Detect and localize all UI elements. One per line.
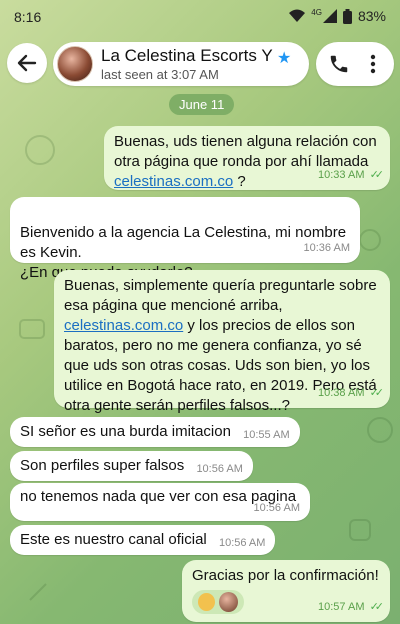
message-bubble-incoming[interactable]: SI señor es una burda imitacion 10:55 AM bbox=[10, 417, 300, 447]
message-time: 10:36 AM bbox=[303, 242, 350, 254]
message-meta: 10:36 AM bbox=[304, 238, 350, 258]
message-bubble-outgoing[interactable]: Buenas, simplemente quería preguntarle s… bbox=[54, 270, 390, 414]
wifi-icon bbox=[289, 9, 306, 22]
back-arrow-icon bbox=[17, 54, 37, 72]
message-text: Son perfiles super falsos bbox=[20, 457, 185, 474]
message-meta: 10:38 AM ✓✓ bbox=[318, 383, 385, 403]
back-button[interactable] bbox=[7, 43, 47, 83]
status-bar: 8:16 4G 83% bbox=[0, 0, 400, 34]
contact-name: La Celestina Escorts Y P bbox=[101, 46, 273, 65]
message-time: 10:56 AM bbox=[218, 537, 266, 549]
message-time: 10:56 AM bbox=[196, 463, 243, 475]
message-text-suffix: ? bbox=[233, 173, 246, 190]
read-ticks-icon: ✓✓ bbox=[369, 169, 385, 181]
message-text: Buenas, simplemente quería preguntarle s… bbox=[64, 277, 377, 314]
message-meta: 10:57 AM ✓✓ bbox=[318, 597, 385, 617]
message-meta: 10:56 AM bbox=[254, 498, 300, 518]
message-bubble-outgoing[interactable]: Buenas, uds tienen alguna relación con o… bbox=[104, 126, 390, 190]
contact-header[interactable]: La Celestina Escorts Y P ★ last seen at … bbox=[53, 42, 309, 86]
message-time: 10:55 AM bbox=[243, 429, 290, 441]
last-seen-status: last seen at 3:07 AM bbox=[101, 67, 219, 82]
message-time: 10:33 AM bbox=[318, 169, 365, 181]
status-time: 8:16 bbox=[14, 9, 42, 25]
message-bubble-incoming[interactable]: Este es nuestro canal oficial 10:56 AM bbox=[10, 525, 276, 555]
reactor-avatar bbox=[219, 592, 238, 612]
read-ticks-icon: ✓✓ bbox=[369, 387, 385, 399]
message-meta: 10:33 AM ✓✓ bbox=[318, 165, 385, 185]
message-link[interactable]: celestinas.com.co bbox=[64, 317, 183, 334]
read-ticks-icon: ✓✓ bbox=[369, 601, 385, 613]
signal-icon bbox=[322, 9, 337, 23]
message-text: SI señor es una burda imitacion bbox=[20, 423, 231, 440]
verified-star-icon: ★ bbox=[277, 50, 292, 67]
message-time: 10:57 AM bbox=[318, 601, 365, 613]
message-bubble-incoming[interactable]: no tenemos nada que ver con esa pagina 1… bbox=[10, 483, 310, 521]
battery-percent: 83% bbox=[357, 8, 386, 24]
more-vert-icon[interactable] bbox=[366, 53, 380, 75]
battery-icon bbox=[342, 8, 352, 24]
contact-avatar[interactable] bbox=[57, 46, 93, 82]
message-text: Gracias por la confirmación! bbox=[192, 567, 379, 584]
message-bubble-incoming[interactable]: Bienvenido a la agencia La Celestina, mi… bbox=[10, 197, 360, 281]
message-time: 10:56 AM bbox=[253, 502, 300, 514]
date-chip: June 11 bbox=[169, 94, 235, 115]
message-bubble-incoming[interactable]: Son perfiles super falsos 10:56 AM bbox=[10, 451, 253, 481]
network-type: 4G bbox=[311, 8, 322, 17]
thumbs-up-reaction-icon bbox=[198, 593, 216, 611]
phone-icon[interactable] bbox=[328, 53, 350, 75]
message-text: Este es nuestro canal oficial bbox=[20, 531, 207, 548]
message-link[interactable]: celestinas.com.co bbox=[114, 173, 233, 190]
header-actions bbox=[316, 42, 394, 86]
message-bubble-outgoing[interactable]: Gracias por la confirmación! 10:57 AM ✓✓ bbox=[182, 560, 390, 622]
message-reactions[interactable] bbox=[192, 590, 244, 614]
message-time: 10:38 AM bbox=[318, 387, 365, 399]
